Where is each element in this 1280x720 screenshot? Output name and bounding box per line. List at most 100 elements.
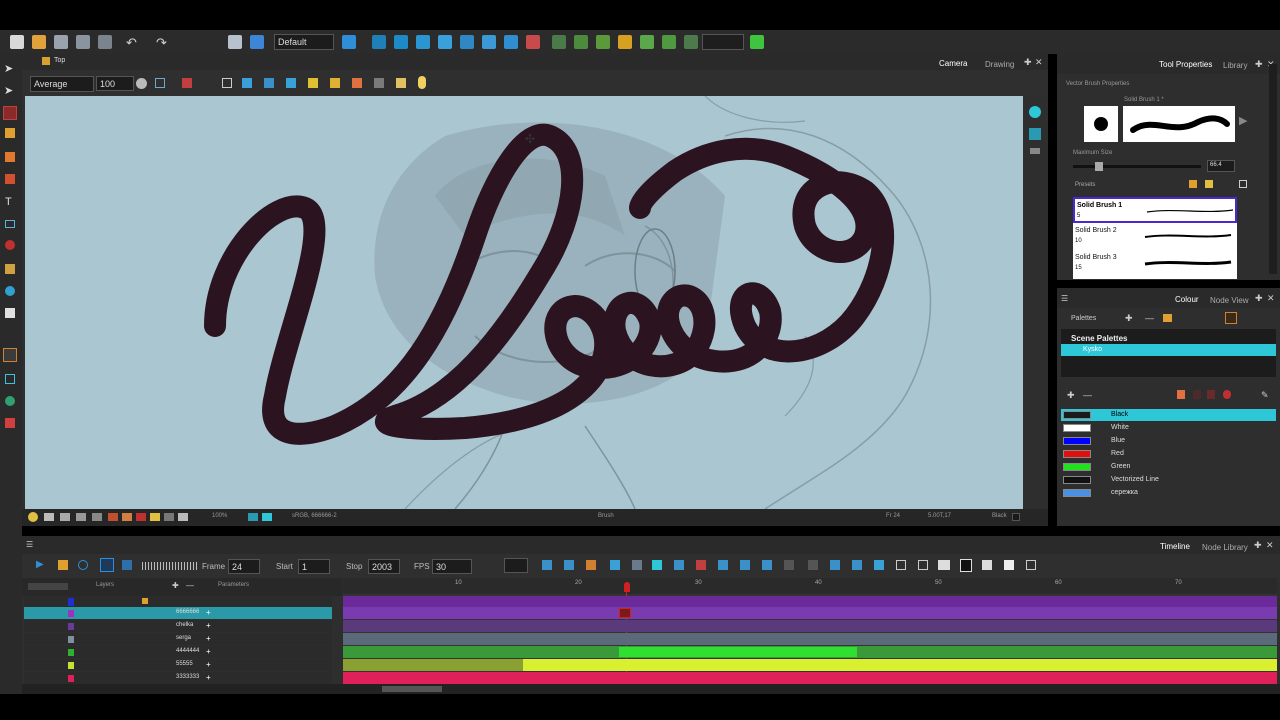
contour-editor-icon[interactable]: ➤ <box>4 84 16 97</box>
tp-add-icon[interactable]: ✚ <box>1255 59 1263 70</box>
decrease-exposure-icon[interactable] <box>740 560 750 570</box>
workspace-select[interactable]: Default <box>274 34 334 50</box>
clear-exposure-icon[interactable] <box>696 560 706 570</box>
undo-icon[interactable]: ↶ <box>126 35 137 51</box>
preset-item[interactable]: Solid Brush 2 10 <box>1073 224 1237 250</box>
scale-icon[interactable] <box>416 35 430 49</box>
exposure-block[interactable] <box>343 659 523 671</box>
tab-node-view[interactable]: Node View <box>1210 296 1249 305</box>
eyedropper-icon[interactable] <box>155 78 165 88</box>
envelope-icon[interactable] <box>618 35 632 49</box>
track-layer[interactable] <box>343 620 1277 632</box>
zoom-reset-icon[interactable] <box>262 513 272 521</box>
extend-exposure-icon[interactable] <box>674 560 684 570</box>
reverse-frames-icon[interactable] <box>852 560 862 570</box>
keyframe-add-icon[interactable] <box>542 560 552 570</box>
track-layer[interactable] <box>343 672 1277 684</box>
brush-tip-preview[interactable] <box>1084 106 1118 142</box>
insert-blank-icon[interactable] <box>718 560 728 570</box>
show-data-view-icon[interactable] <box>918 560 928 570</box>
field-chart-icon[interactable] <box>92 513 102 521</box>
expand-params-icon[interactable]: + <box>206 673 211 682</box>
grid-toggle-icon[interactable] <box>76 513 86 521</box>
reset-view-icon[interactable] <box>1029 106 1041 118</box>
layer-properties-icon[interactable] <box>896 560 906 570</box>
view-slider-icon[interactable] <box>1030 148 1040 154</box>
motion-icon[interactable] <box>610 560 620 570</box>
play-selection-icon[interactable] <box>58 560 68 570</box>
onion-toggle-icon[interactable] <box>108 513 118 521</box>
frame-ruler[interactable]: 10 20 30 40 50 60 70 <box>343 578 1277 594</box>
sound-icon[interactable] <box>100 558 114 572</box>
loop-icon[interactable] <box>78 560 88 570</box>
frame-field[interactable]: 24 <box>228 559 260 574</box>
tab-drawing[interactable]: Drawing <box>985 60 1014 69</box>
offset-icon[interactable] <box>640 35 654 49</box>
light-bulb-icon[interactable] <box>28 512 38 522</box>
tab-library[interactable]: Library <box>1223 61 1247 70</box>
pressure-icon[interactable] <box>374 78 384 88</box>
expand-params-icon[interactable]: + <box>206 660 211 669</box>
stroke-preview[interactable] <box>1123 106 1235 142</box>
palette-lock-icon[interactable] <box>1225 312 1237 324</box>
table-row[interactable]: 6666666 + <box>24 607 332 619</box>
preset-item[interactable]: Solid Brush 1 5 <box>1073 197 1237 223</box>
sound-scrub-icon[interactable] <box>122 560 132 570</box>
bone-icon[interactable] <box>552 35 566 49</box>
show-keyframes-icon[interactable] <box>982 560 992 570</box>
settings-gear-icon[interactable] <box>136 78 147 89</box>
safe-area-icon[interactable] <box>60 513 70 521</box>
zoom-level[interactable]: 100% <box>212 513 227 519</box>
transform-icon[interactable] <box>460 35 474 49</box>
color-remove-icon[interactable]: — <box>1083 390 1092 400</box>
colour-close-icon[interactable]: ✕ <box>1267 293 1275 304</box>
play-green-icon[interactable] <box>750 35 764 49</box>
expand-params-icon[interactable]: + <box>206 621 211 630</box>
preset-save-icon[interactable] <box>1205 180 1213 188</box>
expand-params-icon[interactable]: + <box>206 608 211 617</box>
table-row[interactable]: 55555 + <box>24 659 332 671</box>
frame-view-icon[interactable] <box>44 513 54 521</box>
tab-node-library[interactable]: Node Library <box>1202 543 1248 552</box>
cutter-icon[interactable] <box>482 35 496 49</box>
palette-folder-icon[interactable] <box>1163 314 1172 322</box>
grid-icon[interactable] <box>222 78 232 88</box>
rigging-icon[interactable] <box>684 35 698 49</box>
render-icon[interactable] <box>250 35 264 49</box>
colour-menu-icon[interactable]: ☰ <box>1061 294 1068 303</box>
preset-menu-icon[interactable] <box>1239 180 1247 188</box>
lock-icon[interactable] <box>308 78 318 88</box>
timeline-close-icon[interactable]: ✕ <box>1266 540 1274 551</box>
pencil-color-icon[interactable] <box>1207 390 1215 399</box>
ink-tool-icon[interactable] <box>5 240 15 250</box>
previous-drawing-icon[interactable] <box>784 560 794 570</box>
open-folder-icon[interactable] <box>32 35 46 49</box>
preview-icon[interactable] <box>178 513 188 521</box>
brush-tool-icon[interactable] <box>3 106 17 120</box>
weighted-icon[interactable] <box>662 35 676 49</box>
expand-params-icon[interactable]: + <box>206 634 211 643</box>
brush-color-icon[interactable] <box>1177 390 1185 399</box>
brush-size-field[interactable]: 100 <box>96 76 134 91</box>
max-size-slider[interactable] <box>1073 162 1201 171</box>
dropper-tool-icon[interactable] <box>5 286 15 296</box>
curve-icon[interactable] <box>596 35 610 49</box>
pencil-tool-icon[interactable] <box>5 128 15 138</box>
color-row[interactable]: Green <box>1061 461 1276 473</box>
next-preview-icon[interactable]: ▶ <box>1239 114 1247 127</box>
drawing-substitution-icon[interactable] <box>652 560 662 570</box>
tab-timeline[interactable]: Timeline <box>1160 542 1190 551</box>
timeline-scrollbar[interactable] <box>22 684 1280 694</box>
stroke-tool-icon[interactable] <box>5 264 15 274</box>
fps-field[interactable]: 30 <box>432 559 472 574</box>
remove-layer-icon[interactable]: — <box>186 581 194 590</box>
stop-field[interactable]: 2003 <box>368 559 400 574</box>
color-link-icon[interactable]: ✎ <box>1261 390 1269 401</box>
tp-scrollbar[interactable] <box>1269 64 1277 274</box>
record-icon[interactable] <box>526 35 540 49</box>
timeline-menu-icon[interactable]: ☰ <box>26 540 33 549</box>
palette-item-selected[interactable]: Kysko <box>1061 344 1276 356</box>
crop-tool-icon[interactable] <box>5 374 15 384</box>
shade-icon[interactable] <box>164 513 174 521</box>
auto-fill-icon[interactable] <box>330 78 340 88</box>
